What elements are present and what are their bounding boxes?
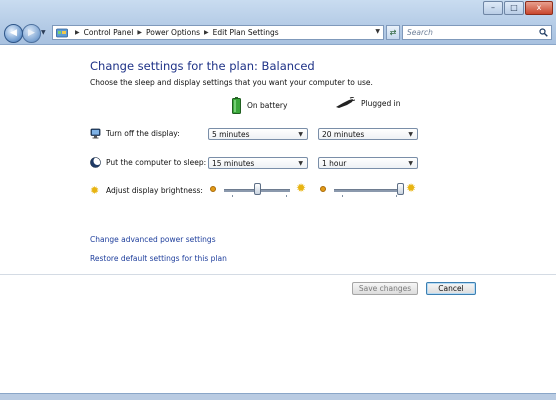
display-icon (90, 128, 101, 139)
slider-thumb[interactable] (253, 183, 261, 195)
sleep-battery-value: 15 minutes (212, 158, 255, 168)
slider-tick (396, 195, 397, 197)
dim-sun-icon (210, 186, 216, 192)
dim-sun-icon (320, 186, 326, 192)
refresh-icon: ⇄ (389, 28, 397, 37)
power-plug-icon (336, 97, 355, 108)
sun-icon: ✹ (90, 184, 100, 197)
search-input[interactable]: Search (402, 25, 552, 40)
arrow-right-icon: ▶ (28, 28, 35, 38)
turn-off-display-row-label: Turn off the display: (90, 128, 180, 139)
brightness-label: Adjust display brightness: (106, 186, 203, 195)
column-header-plugged-in: Plugged in (335, 97, 400, 109)
chevron-down-icon: ▼ (298, 160, 303, 167)
control-panel-icon (56, 28, 68, 37)
page-title: Change settings for the plan: Balanced (90, 59, 315, 73)
display-plugged-value: 20 minutes (322, 129, 365, 139)
content-area: Change settings for the plan: Balanced C… (0, 45, 556, 400)
breadcrumb-power-options[interactable]: Power Options (146, 28, 200, 37)
address-bar[interactable]: ▶ Control Panel ▶ Power Options ▶ Edit P… (52, 25, 384, 40)
save-changes-button[interactable]: Save changes (352, 282, 418, 295)
breadcrumb-separator-icon: ▶ (137, 29, 142, 36)
slider-tick (342, 195, 343, 197)
search-icon[interactable] (539, 28, 548, 37)
turn-off-display-label: Turn off the display: (106, 129, 180, 138)
display-plugged-select[interactable]: 20 minutes ▼ (318, 128, 418, 140)
cancel-button[interactable]: Cancel (426, 282, 476, 295)
minimize-button[interactable]: – (483, 1, 503, 15)
slider-thumb[interactable] (396, 183, 404, 195)
restore-defaults-link[interactable]: Restore default settings for this plan (90, 254, 227, 263)
window-bottom-border (0, 393, 556, 400)
change-advanced-settings-link[interactable]: Change advanced power settings (90, 235, 216, 244)
display-battery-value: 5 minutes (212, 129, 250, 139)
slider-track (334, 189, 400, 192)
navigation-bar: ◀ ▶ ▼ ▶ Control Panel ▶ Power Options ▶ … (0, 24, 556, 43)
chevron-down-icon: ▼ (408, 131, 413, 138)
breadcrumb-separator-icon: ▶ (203, 29, 209, 36)
back-button[interactable]: ◀ (4, 24, 23, 43)
page-subtitle: Choose the sleep and display settings th… (90, 78, 373, 87)
breadcrumb-control-panel[interactable]: Control Panel (84, 28, 134, 37)
bright-sun-icon: ✹ (406, 181, 417, 195)
breadcrumb-edit-plan-settings[interactable]: Edit Plan Settings (213, 28, 279, 37)
slider-tick (286, 195, 287, 197)
close-button[interactable]: x (525, 1, 553, 15)
on-battery-label: On battery (247, 101, 288, 110)
plugged-in-label: Plugged in (361, 98, 401, 108)
search-placeholder: Search (407, 28, 433, 37)
battery-icon (232, 97, 241, 114)
brightness-row-label: ✹ Adjust display brightness: (90, 185, 203, 196)
brightness-plugged-slider[interactable]: ✹ (320, 182, 420, 198)
sleep-battery-select[interactable]: 15 minutes ▼ (208, 157, 308, 169)
forward-button[interactable]: ▶ (22, 24, 41, 43)
slider-tick (232, 195, 233, 197)
sleep-row-label: Put the computer to sleep: (90, 157, 206, 168)
maximize-button[interactable]: □ (504, 1, 524, 15)
column-header-on-battery: On battery (232, 97, 287, 114)
refresh-button[interactable]: ⇄ (386, 25, 400, 40)
sleep-label: Put the computer to sleep: (106, 158, 207, 167)
window-chrome: – □ x ◀ ▶ ▼ ▶ Control Panel ▶ Power Opti… (0, 0, 556, 45)
address-dropdown-chevron-icon[interactable]: ▼ (375, 28, 380, 35)
divider (0, 274, 556, 275)
sleep-plugged-select[interactable]: 1 hour ▼ (318, 157, 418, 169)
chevron-down-icon: ▼ (408, 160, 413, 167)
moon-icon (90, 157, 101, 168)
arrow-left-icon: ◀ (10, 28, 17, 38)
breadcrumb-separator-icon: ▶ (75, 29, 80, 36)
display-battery-select[interactable]: 5 minutes ▼ (208, 128, 308, 140)
brightness-battery-slider[interactable]: ✹ (210, 182, 310, 198)
bright-sun-icon: ✹ (296, 181, 307, 195)
chevron-down-icon: ▼ (298, 131, 303, 138)
window-controls: – □ x (483, 1, 553, 15)
sleep-plugged-value: 1 hour (322, 158, 347, 168)
recent-pages-chevron-icon[interactable]: ▼ (41, 29, 46, 36)
